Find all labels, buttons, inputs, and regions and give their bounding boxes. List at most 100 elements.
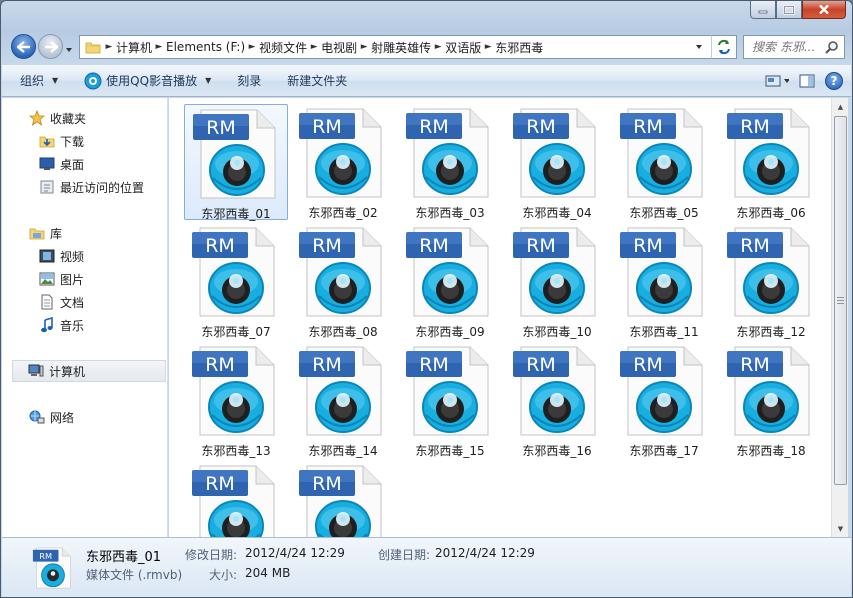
search-box[interactable] bbox=[743, 35, 845, 59]
file-item[interactable]: RM 东邪西毒_04 bbox=[505, 104, 609, 220]
nav-desktop-label: 桌面 bbox=[60, 157, 85, 172]
file-name-label: 东邪西毒_04 bbox=[522, 206, 592, 220]
play-with-qq-menu[interactable]: 使用QQ影音播放 ▼ bbox=[76, 69, 219, 93]
nav-downloads-label: 下载 bbox=[60, 134, 85, 149]
breadcrumb-separator[interactable]: ► bbox=[483, 36, 493, 58]
rm-media-file-icon: RM bbox=[299, 108, 382, 198]
toolbar-right-group: ? bbox=[765, 69, 843, 93]
recent-places-icon bbox=[38, 178, 56, 196]
nav-recent-places-label: 最近访问的位置 bbox=[60, 180, 145, 195]
explorer-window: ► 计算机 ► Elements (F:) ► 视频文件 ► 电视剧 ► 射雕英… bbox=[0, 0, 853, 598]
file-item[interactable]: RM 东邪西毒_03 bbox=[398, 104, 502, 220]
new-folder-button[interactable]: 新建文件夹 bbox=[279, 69, 355, 93]
breadcrumb-separator[interactable]: ► bbox=[104, 36, 114, 58]
chevron-down-icon: ▼ bbox=[52, 76, 59, 85]
file-item[interactable]: RM 东邪西毒_06 bbox=[719, 104, 823, 220]
refresh-button[interactable] bbox=[711, 35, 737, 59]
file-name-label: 东邪西毒_02 bbox=[308, 206, 378, 220]
nav-computer[interactable]: 计算机 bbox=[12, 360, 166, 382]
minimize-button[interactable] bbox=[750, 1, 776, 19]
rm-media-file-icon: RM bbox=[193, 109, 276, 199]
details-pane: RM 东邪西毒_01 媒体文件 (.rmvb) 修改日期: 2012/4/24 … bbox=[2, 537, 851, 597]
file-item[interactable]: RM 东邪西毒_18 bbox=[719, 342, 823, 458]
help-icon[interactable]: ? bbox=[825, 72, 843, 90]
breadcrumb-separator[interactable]: ► bbox=[309, 36, 319, 58]
back-button[interactable] bbox=[11, 34, 36, 59]
breadcrumb-separator[interactable]: ► bbox=[359, 36, 369, 58]
organize-menu[interactable]: 组织 ▼ bbox=[12, 69, 66, 93]
view-options-button[interactable] bbox=[765, 69, 789, 93]
breadcrumb-drive[interactable]: Elements (F:) bbox=[164, 36, 247, 58]
file-item[interactable]: RM 东邪西毒_09 bbox=[398, 223, 502, 339]
breadcrumb-separator[interactable]: ► bbox=[154, 36, 164, 58]
command-toolbar: 组织 ▼ 使用QQ影音播放 ▼ 刻录 新建文件夹 ? bbox=[2, 65, 851, 97]
file-item[interactable]: RM 东邪西毒_02 bbox=[291, 104, 395, 220]
close-button[interactable] bbox=[802, 1, 846, 19]
nav-videos-label: 视频 bbox=[60, 249, 85, 264]
search-icon[interactable] bbox=[825, 40, 839, 54]
file-name-label: 东邪西毒_01 bbox=[201, 207, 271, 221]
file-item[interactable]: RM 东邪西毒_15 bbox=[398, 342, 502, 458]
preview-pane-button[interactable] bbox=[795, 69, 819, 93]
address-bar[interactable]: ► 计算机 ► Elements (F:) ► 视频文件 ► 电视剧 ► 射雕英… bbox=[79, 35, 737, 59]
file-item[interactable]: RM 东邪西毒_01 bbox=[184, 104, 288, 221]
file-badge-text: RM bbox=[526, 354, 556, 376]
details-file-type: 媒体文件 (.rmvb) bbox=[86, 568, 183, 582]
breadcrumb-series-title[interactable]: 射雕英雄传 bbox=[369, 36, 433, 58]
scrollbar-grip bbox=[837, 297, 844, 304]
file-name-label: 东邪西毒_16 bbox=[522, 444, 592, 458]
breadcrumb-bilingual[interactable]: 双语版 bbox=[443, 36, 483, 58]
maximize-button[interactable] bbox=[776, 1, 802, 19]
file-item[interactable]: RM 东邪西毒_10 bbox=[505, 223, 609, 339]
breadcrumb-video-files[interactable]: 视频文件 bbox=[257, 36, 309, 58]
file-item[interactable]: RM 东邪西毒_14 bbox=[291, 342, 395, 458]
new-folder-label: 新建文件夹 bbox=[287, 74, 348, 88]
file-name-label: 东邪西毒_12 bbox=[736, 325, 806, 339]
search-input[interactable] bbox=[752, 40, 824, 54]
rm-media-file-icon: RM bbox=[406, 227, 489, 317]
burn-button[interactable]: 刻录 bbox=[229, 69, 269, 93]
address-history-dropdown[interactable] bbox=[690, 36, 708, 58]
breadcrumb-computer[interactable]: 计算机 bbox=[114, 36, 154, 58]
file-badge-text: RM bbox=[312, 116, 342, 138]
scroll-up-button[interactable]: ▲ bbox=[832, 98, 849, 115]
nav-libraries-label: 库 bbox=[50, 226, 63, 241]
chevron-down-icon: ▼ bbox=[205, 76, 212, 85]
file-item[interactable]: RM 东邪西毒_13 bbox=[184, 342, 288, 458]
details-created-label: 创建日期: bbox=[378, 548, 431, 562]
recent-pages-dropdown[interactable] bbox=[65, 43, 73, 52]
file-item[interactable]: RM 东邪西毒_17 bbox=[612, 342, 716, 458]
file-item[interactable]: RM bbox=[291, 461, 395, 537]
scroll-down-button[interactable]: ▼ bbox=[832, 520, 849, 537]
breadcrumb-tv-series[interactable]: 电视剧 bbox=[319, 36, 359, 58]
breadcrumb-current-folder[interactable]: 东邪西毒 bbox=[493, 36, 545, 58]
file-item[interactable]: RM bbox=[184, 461, 288, 537]
file-name-label: 东邪西毒_17 bbox=[629, 444, 699, 458]
rm-media-file-icon: RM bbox=[727, 346, 810, 436]
library-icon bbox=[28, 224, 46, 242]
navigation-row: ► 计算机 ► Elements (F:) ► 视频文件 ► 电视剧 ► 射雕英… bbox=[1, 33, 852, 61]
rm-media-file-icon: RM bbox=[192, 227, 275, 317]
file-item[interactable]: RM 东邪西毒_12 bbox=[719, 223, 823, 339]
forward-arrow-icon bbox=[44, 40, 58, 53]
star-icon bbox=[28, 109, 46, 127]
view-options-icon bbox=[765, 75, 789, 87]
vertical-scrollbar[interactable]: ▲ ▼ bbox=[831, 98, 848, 537]
file-badge-text: RM bbox=[206, 117, 236, 139]
file-badge-text: RM bbox=[633, 354, 663, 376]
folder-icon bbox=[82, 36, 104, 58]
rm-media-file-icon: RM bbox=[727, 108, 810, 198]
file-item[interactable]: RM 东邪西毒_08 bbox=[291, 223, 395, 339]
file-item[interactable]: RM 东邪西毒_05 bbox=[612, 104, 716, 220]
breadcrumb-separator[interactable]: ► bbox=[247, 36, 257, 58]
file-item[interactable]: RM 东邪西毒_16 bbox=[505, 342, 609, 458]
file-item[interactable]: RM 东邪西毒_11 bbox=[612, 223, 716, 339]
caption-buttons bbox=[750, 1, 846, 19]
scrollbar-thumb[interactable] bbox=[834, 116, 847, 485]
forward-button[interactable] bbox=[38, 34, 63, 59]
breadcrumb-separator[interactable]: ► bbox=[433, 36, 443, 58]
file-badge-text: RM bbox=[205, 354, 235, 376]
file-name-label: 东邪西毒_03 bbox=[415, 206, 485, 220]
nav-computer-label: 计算机 bbox=[49, 364, 86, 379]
file-item[interactable]: RM 东邪西毒_07 bbox=[184, 223, 288, 339]
